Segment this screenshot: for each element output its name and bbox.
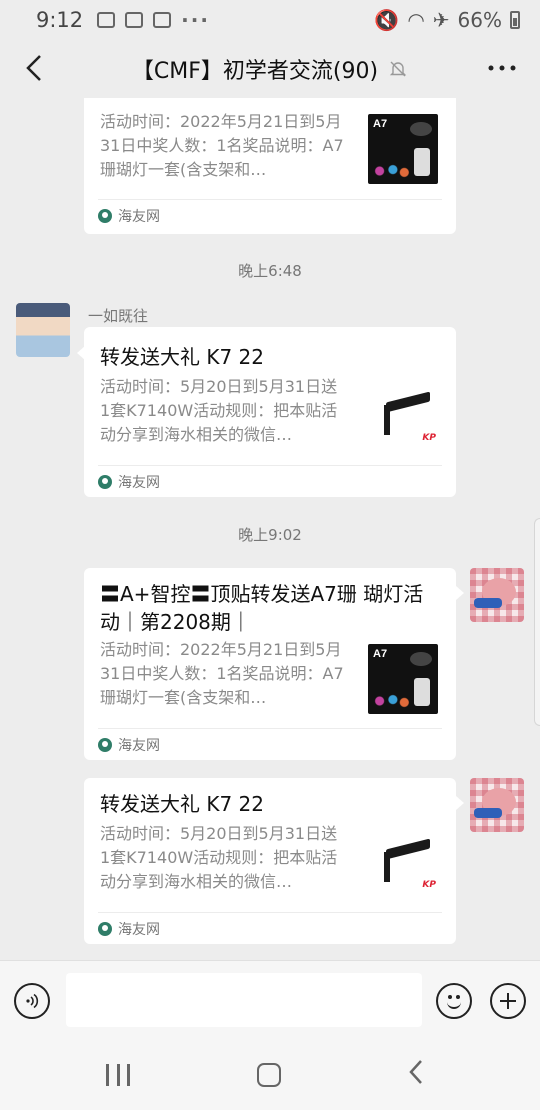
card-divider xyxy=(98,728,442,729)
mute-status-icon: 🔇 xyxy=(374,8,400,32)
brand-mark: KP xyxy=(422,433,436,443)
more-notifications-icon: ··· xyxy=(181,8,210,32)
light-arm-image xyxy=(386,838,430,860)
card-thumbnail: KP xyxy=(372,830,442,900)
status-right: 🔇 ◠ ✈ 66% xyxy=(374,8,520,32)
bell-off-icon xyxy=(389,61,407,77)
card-thumbnail: A7 xyxy=(368,114,438,184)
emoji-button[interactable] xyxy=(436,983,472,1019)
gallery-icon xyxy=(97,12,116,28)
card-divider xyxy=(98,199,442,200)
light-arm-image xyxy=(386,391,430,413)
card-thumbnail: A7 xyxy=(368,644,438,714)
card-title: 转发送大礼 K7 22 xyxy=(100,792,265,816)
voice-icon xyxy=(26,993,39,1009)
card-source-name: 海友网 xyxy=(118,475,160,491)
system-back-button[interactable] xyxy=(408,1058,424,1094)
card-thumbnail: KP xyxy=(372,383,442,453)
battery-icon xyxy=(510,11,520,29)
card-description: 活动时间：5月20日到5月31日送1套K7140W活动规则：把本贴活动分享到海水… xyxy=(100,377,338,444)
link-card[interactable]: 转发送大礼 K7 22 活动时间：5月20日到5月31日送1套K7140W活动规… xyxy=(84,778,456,944)
card-description: 活动时间：2022年5月21日到5月31日中奖人数：1名奖品说明：A7珊瑚灯一套… xyxy=(100,640,344,707)
source-logo-icon xyxy=(98,475,112,489)
card-description: 活动时间：5月20日到5月31日送1套K7140W活动规则：把本贴活动分享到海水… xyxy=(100,824,338,891)
thumbnail-label: A7 xyxy=(373,118,388,130)
lamp-image xyxy=(410,652,432,666)
airplane-icon: ✈ xyxy=(432,8,450,32)
time-label: 晚上9:02 xyxy=(238,526,302,544)
light-stand-image xyxy=(384,405,390,435)
chat-title-text: 【CMF】初学者交流(90) xyxy=(131,59,379,84)
coral-image xyxy=(372,164,410,178)
back-button[interactable] xyxy=(14,48,54,88)
brand-mark: KP xyxy=(422,880,436,890)
home-button[interactable] xyxy=(257,1063,281,1087)
status-notification-icons: ··· xyxy=(97,8,210,32)
pig-image xyxy=(474,788,516,818)
more-functions-button[interactable] xyxy=(490,983,526,1019)
avatar[interactable] xyxy=(470,568,524,622)
phone-image xyxy=(414,148,430,176)
light-stand-image xyxy=(384,852,390,882)
voice-button[interactable] xyxy=(14,983,50,1019)
thumbnail-label: A7 xyxy=(373,648,388,660)
card-source-name: 海友网 xyxy=(118,738,160,754)
chevron-left-icon xyxy=(409,1060,422,1084)
sender-name: 一如既往 xyxy=(88,307,149,325)
more-options-button[interactable] xyxy=(482,48,522,88)
coral-image xyxy=(372,694,410,708)
d-app-icon xyxy=(153,12,172,28)
card-source: 海友网 xyxy=(98,472,160,492)
card-source: 海友网 xyxy=(98,735,160,755)
message-input[interactable] xyxy=(66,973,422,1027)
lamp-image xyxy=(410,122,432,136)
recent-apps-button[interactable] xyxy=(106,1064,130,1086)
more-icon xyxy=(488,65,516,71)
link-card[interactable]: 〓A+智控〓顶贴转发送A7珊 瑚灯活动｜第2208期｜ 活动时间：2022年5月… xyxy=(84,568,456,760)
link-card[interactable]: 转发送大礼 K7 22 活动时间：5月20日到5月31日送1套K7140W活动规… xyxy=(84,327,456,497)
wifi-icon: ◠ xyxy=(407,8,425,32)
status-time: 9:12 xyxy=(36,8,84,32)
card-source: 海友网 xyxy=(98,206,160,226)
edge-panel-handle[interactable] xyxy=(534,518,540,726)
input-bar xyxy=(0,960,540,1040)
chat-header: 【CMF】初学者交流(90) xyxy=(0,40,540,98)
bubble-tail xyxy=(456,796,464,810)
time-label: 晚上6:48 xyxy=(238,262,302,280)
card-description: 活动时间：2022年5月21日到5月31日中奖人数：1名奖品说明：A7珊瑚灯一套… xyxy=(100,112,344,179)
source-logo-icon xyxy=(98,922,112,936)
card-title: 转发送大礼 K7 22 xyxy=(100,345,265,369)
phone-image xyxy=(414,678,430,706)
chat-title: 【CMF】初学者交流(90) xyxy=(132,53,408,85)
source-logo-icon xyxy=(98,738,112,752)
system-nav-bar xyxy=(0,1040,540,1110)
avatar[interactable] xyxy=(470,778,524,832)
chat-messages[interactable]: 活动时间：2022年5月21日到5月31日中奖人数：1名奖品说明：A7珊瑚灯一套… xyxy=(0,98,540,960)
battery-percent: 66% xyxy=(457,8,502,32)
card-divider xyxy=(98,912,442,913)
chevron-left-icon xyxy=(26,55,41,81)
status-bar: 9:12 ··· 🔇 ◠ ✈ 66% xyxy=(0,0,540,40)
plus-icon xyxy=(500,993,516,1009)
link-card[interactable]: 活动时间：2022年5月21日到5月31日中奖人数：1名奖品说明：A7珊瑚灯一套… xyxy=(84,98,456,234)
pig-image xyxy=(474,578,516,608)
card-source: 海友网 xyxy=(98,919,160,939)
app-notification-icon xyxy=(125,12,144,28)
card-divider xyxy=(98,465,442,466)
avatar[interactable] xyxy=(16,303,70,357)
card-source-name: 海友网 xyxy=(118,922,160,938)
card-source-name: 海友网 xyxy=(118,209,160,225)
source-logo-icon xyxy=(98,209,112,223)
card-title: 〓A+智控〓顶贴转发送A7珊 瑚灯活动｜第2208期｜ xyxy=(100,582,424,634)
bubble-tail xyxy=(456,586,464,600)
